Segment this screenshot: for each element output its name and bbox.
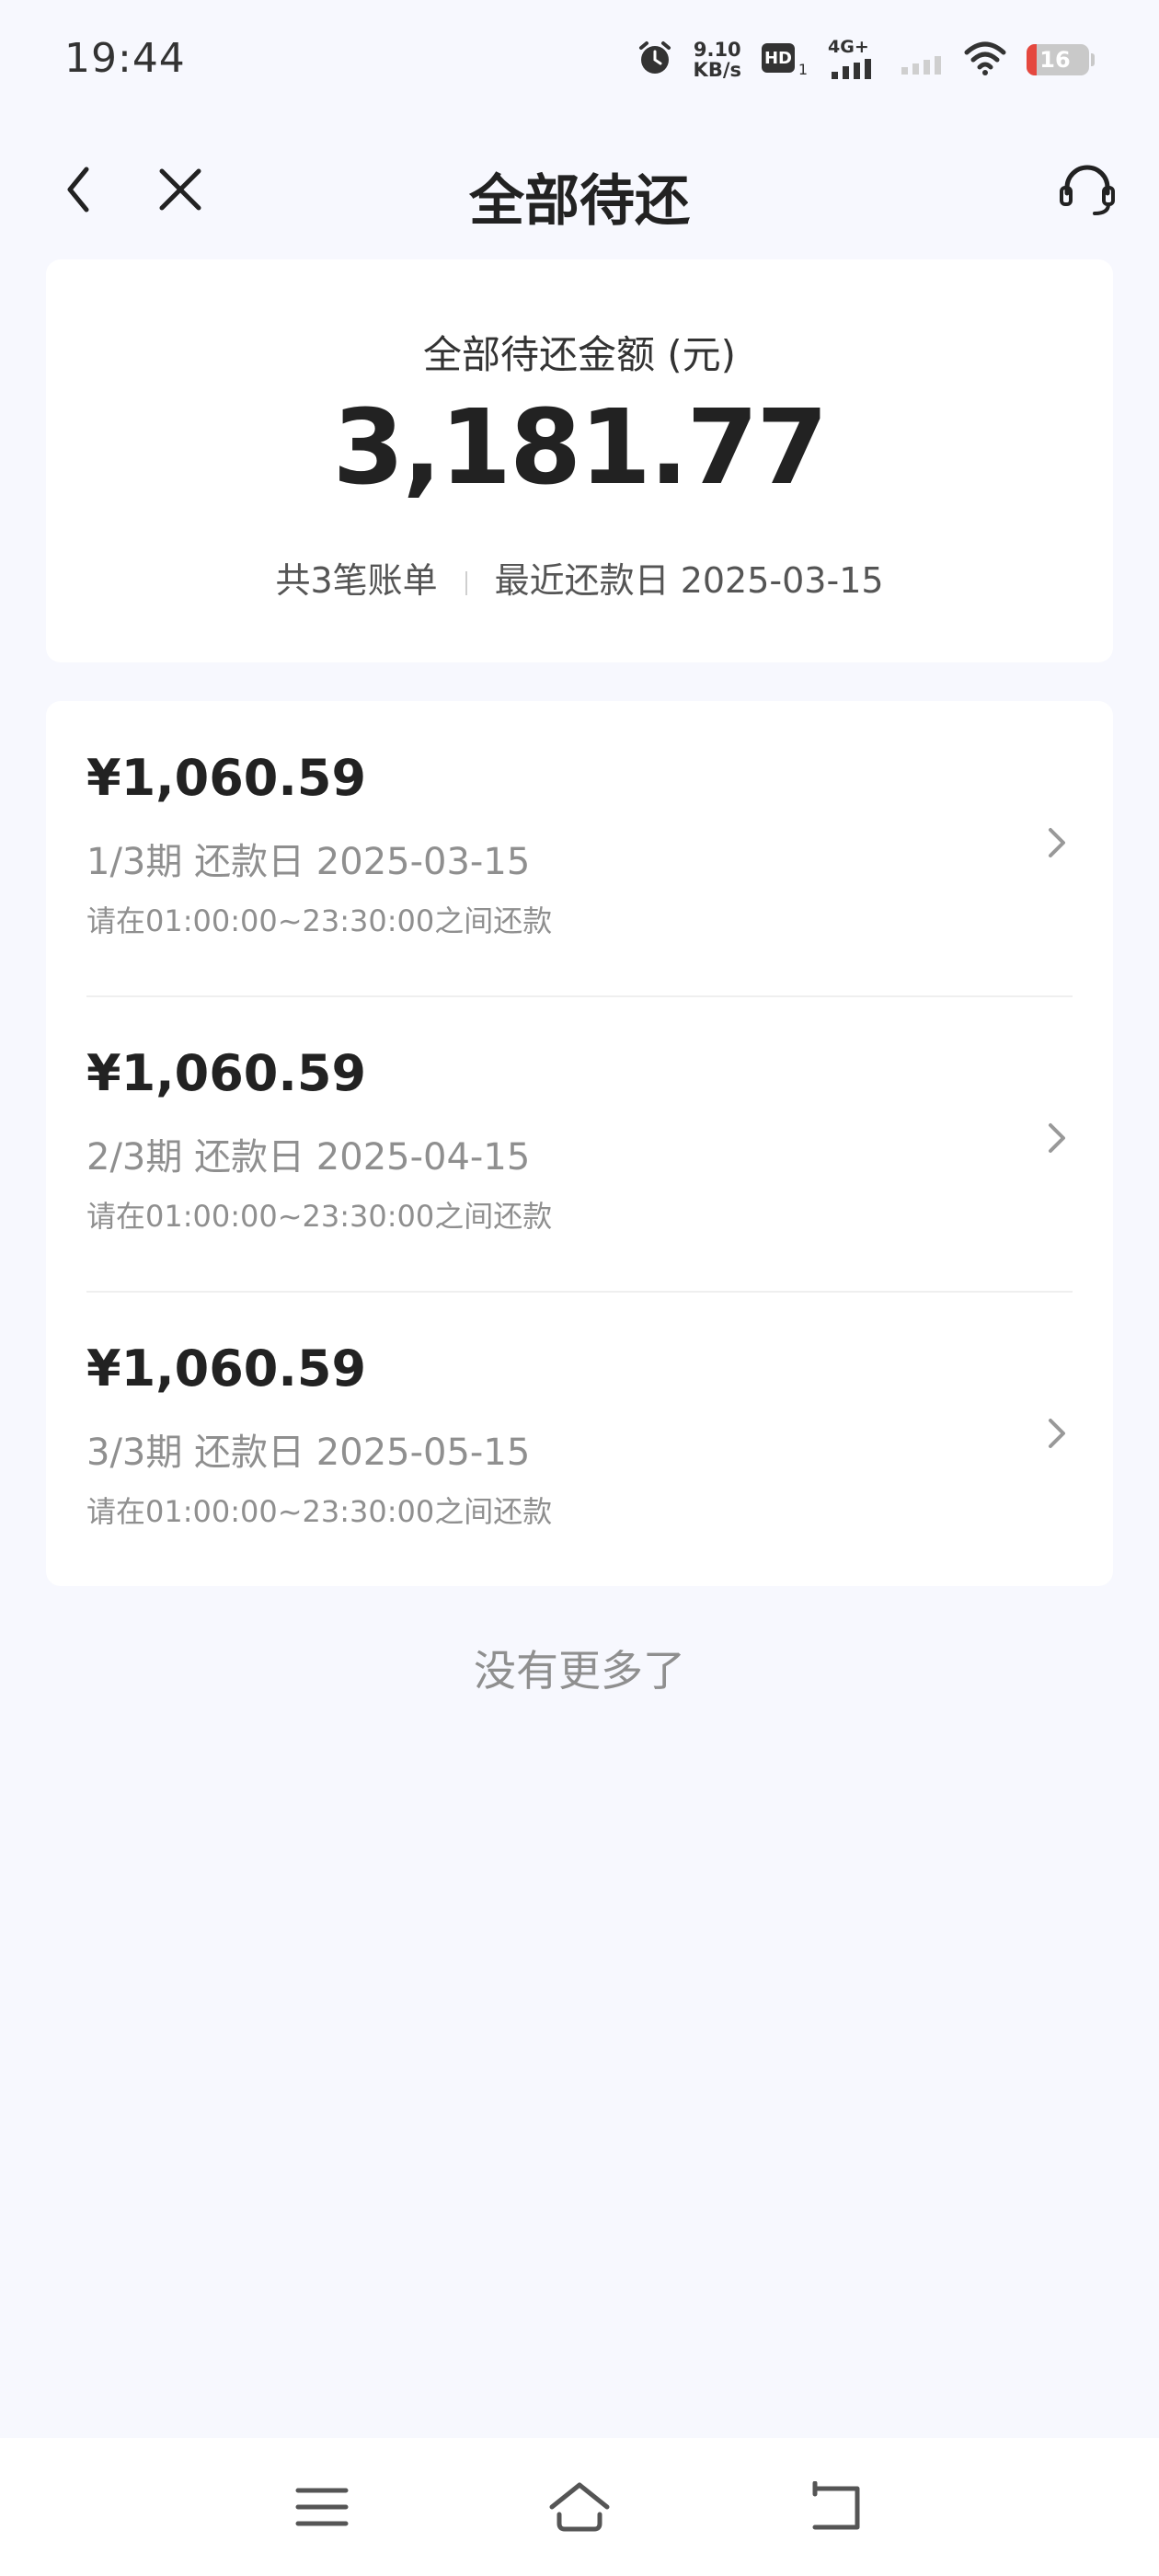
hd-label: HD (762, 43, 795, 73)
bill-repay-hint: 请在01:00:00~23:30:00之间还款 (86, 1494, 553, 1529)
recent-apps-button[interactable] (285, 2475, 359, 2539)
status-bar: 19:44 9.10 KB/s HD 1 4G+ 16 (0, 0, 1159, 120)
bill-amount: ¥1,060.59 (86, 1044, 367, 1102)
battery-icon: 16 (1027, 44, 1089, 75)
bill-repay-hint: 请在01:00:00~23:30:00之间还款 (86, 903, 553, 938)
network-speed-value: 9.10 (693, 39, 741, 61)
next-due-date: 最近还款日 2025-03-15 (494, 560, 884, 601)
chevron-right-icon (1049, 1123, 1065, 1153)
page-title: 全部待还 (469, 169, 690, 234)
home-button[interactable] (543, 2475, 616, 2539)
battery-level: 16 (1039, 47, 1071, 73)
bill-list: ¥1,060.59 1/3期 还款日 2025-03-15 请在01:00:00… (46, 701, 1113, 1586)
meta-divider (465, 570, 467, 595)
bill-item[interactable]: ¥1,060.59 2/3期 还款日 2025-04-15 请在01:00:00… (46, 996, 1113, 1291)
bill-due-date: 1/3期 还款日 2025-03-15 (86, 841, 531, 883)
home-icon (549, 2482, 610, 2532)
wifi-icon (964, 40, 1006, 80)
cellular-signal-icon: 4G+ (828, 37, 879, 81)
battery-tip (1091, 53, 1095, 66)
status-time: 19:44 (64, 35, 186, 82)
network-speed-unit: KB/s (693, 59, 741, 81)
customer-service-button[interactable] (1058, 160, 1117, 219)
headset-icon (1060, 165, 1115, 215)
chevron-right-icon (1049, 828, 1065, 857)
system-back-button[interactable] (800, 2475, 874, 2539)
summary-card: 全部待还金额 (元) 3,181.77 共3笔账单 最近还款日 2025-03-1… (46, 259, 1113, 662)
bill-item[interactable]: ¥1,060.59 1/3期 还款日 2025-03-15 请在01:00:00… (46, 701, 1113, 995)
bill-item[interactable]: ¥1,060.59 3/3期 还款日 2025-05-15 请在01:00:00… (46, 1292, 1113, 1586)
nav-bar: 全部待还 (0, 138, 1159, 239)
end-of-list-text: 没有更多了 (474, 1646, 685, 1696)
total-due-label: 全部待还金额 (元) (422, 332, 737, 377)
bill-due-date: 3/3期 还款日 2025-05-15 (86, 1432, 531, 1474)
status-icons: 9.10 KB/s HD 1 4G+ 16 (637, 37, 1095, 83)
chevron-right-icon (1049, 1419, 1065, 1448)
total-due-amount: 3,181.77 (332, 388, 829, 508)
bill-due-date: 2/3期 还款日 2025-04-15 (86, 1136, 531, 1179)
cellular-signal-2-icon (900, 40, 944, 80)
back-icon (812, 2481, 860, 2530)
bill-count: 共3笔账单 (275, 560, 438, 601)
bill-repay-hint: 请在01:00:00~23:30:00之间还款 (86, 1199, 553, 1234)
alarm-icon (637, 40, 673, 80)
bill-amount: ¥1,060.59 (86, 1340, 367, 1397)
system-nav-bar (0, 2438, 1159, 2576)
summary-meta: 共3笔账单 最近还款日 2025-03-15 (46, 552, 1113, 603)
menu-icon (295, 2488, 349, 2526)
hd-sub: 1 (798, 61, 808, 78)
hd-icon: HD 1 (762, 41, 808, 78)
bill-amount: ¥1,060.59 (86, 749, 367, 807)
network-speed: 9.10 KB/s (694, 40, 741, 80)
